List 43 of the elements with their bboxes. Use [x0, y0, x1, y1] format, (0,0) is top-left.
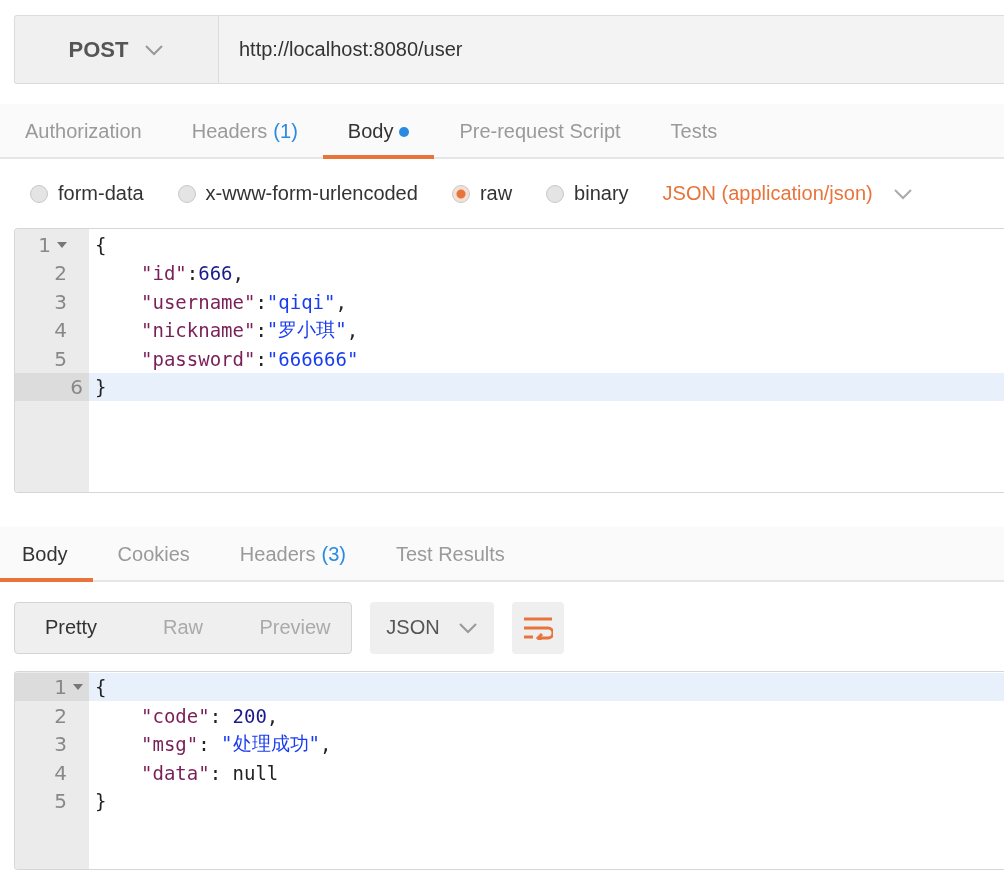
radio-icon[interactable]	[546, 184, 565, 203]
code-line: }	[94, 789, 108, 815]
wrap-lines-icon	[523, 615, 553, 640]
line-number: 2	[54, 703, 67, 728]
request-tab[interactable]: Headers (1)	[166, 104, 323, 160]
line-number: 3	[54, 732, 67, 757]
request-tab[interactable]: Body	[322, 104, 435, 160]
code-editor[interactable]: 1 2 3 4 5 6 { "id":666, "username":"qiqi", "nickname":"罗小琪", "password":"666666" }	[14, 228, 1004, 493]
fold-caret-icon[interactable]	[57, 241, 67, 248]
line-number: 6	[70, 375, 83, 400]
wrap-lines-button[interactable]	[512, 601, 564, 654]
chevron-down-icon	[457, 621, 478, 634]
line-number: 4	[54, 760, 67, 785]
fold-caret-icon[interactable]	[73, 684, 83, 691]
line-number: 1	[54, 675, 67, 700]
code-line: "data": null	[140, 760, 280, 786]
line-number: 4	[54, 318, 67, 343]
code-line: "msg": "处理成功",	[140, 731, 333, 758]
radio-icon[interactable]	[451, 184, 470, 203]
line-number: 1	[38, 232, 51, 257]
code-line: "id":666,	[140, 261, 245, 287]
line-number: 3	[54, 289, 67, 314]
view-mode-button[interactable]: Pretty	[15, 602, 127, 653]
body-type-radio[interactable]: binary	[546, 182, 629, 206]
line-number: 5	[54, 346, 67, 371]
code-line: {	[94, 232, 108, 258]
format-dropdown[interactable]: JSON	[370, 601, 494, 654]
code-line: "code": 200,	[140, 703, 280, 729]
response-tab[interactable]: Body	[0, 526, 93, 582]
line-number: 2	[54, 261, 67, 286]
chevron-down-icon	[144, 43, 165, 56]
code-line: "nickname":"罗小琪",	[140, 317, 360, 344]
code-line: "username":"qiqi",	[140, 289, 348, 315]
radio-icon[interactable]	[177, 184, 196, 203]
line-number: 5	[54, 789, 67, 814]
response-tab[interactable]: Headers (3)	[214, 526, 371, 582]
body-type-radio[interactable]: form-data	[30, 182, 144, 206]
radio-icon[interactable]	[30, 184, 48, 203]
code-line: "password":"666666"	[140, 346, 360, 372]
code-editor[interactable]: 1 2 3 4 5 { "code": 200, "msg": "处理成功", "data": null }	[14, 670, 1004, 870]
body-type-radio[interactable]: x-www-form-urlencoded	[177, 182, 418, 206]
chevron-down-icon	[892, 187, 913, 200]
body-type-radio[interactable]: raw	[451, 182, 513, 206]
